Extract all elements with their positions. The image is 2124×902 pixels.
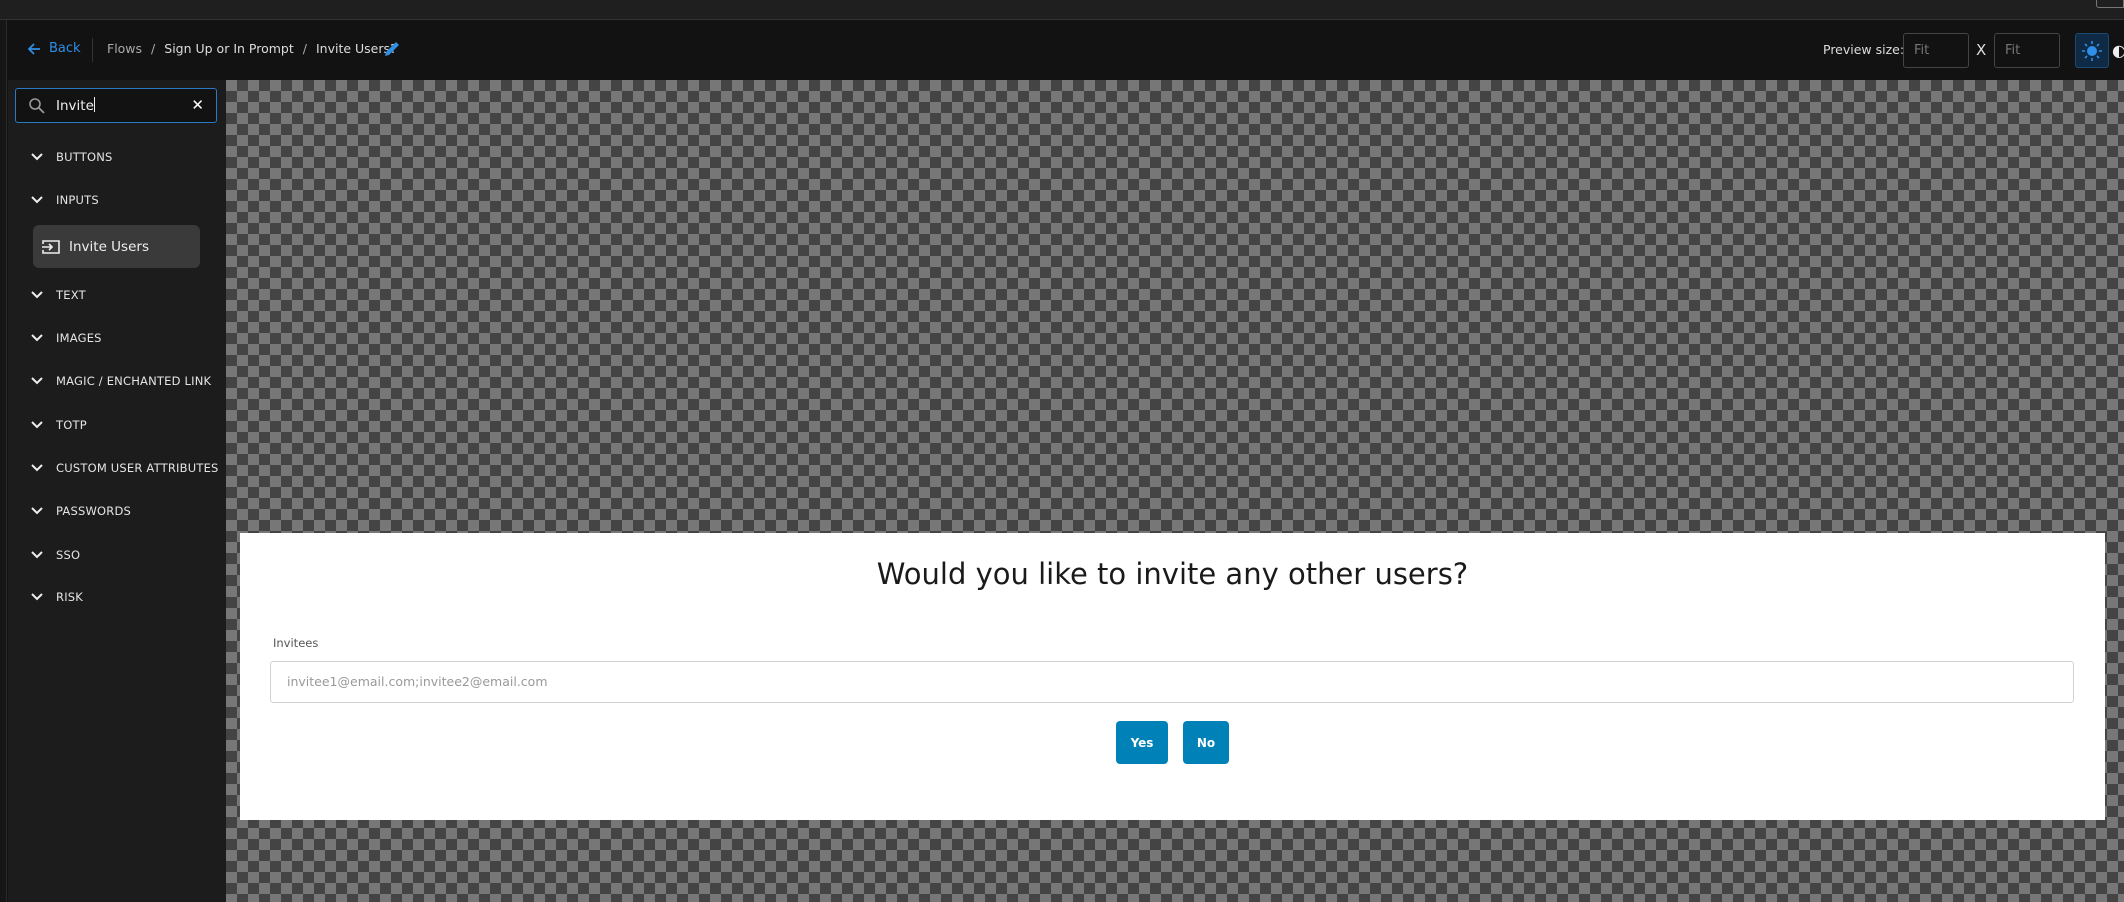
back-button[interactable]: Back xyxy=(28,41,81,56)
search-input[interactable]: Invite ✕ xyxy=(15,88,217,123)
category-magic-enchanted-link[interactable]: MAGIC / ENCHANTED LINK xyxy=(30,374,211,388)
category-label: RISK xyxy=(56,590,84,604)
chevron-down-icon xyxy=(31,551,43,559)
yes-button[interactable]: Yes xyxy=(1116,721,1168,764)
no-button[interactable]: No xyxy=(1183,721,1229,764)
chevron-down-icon xyxy=(31,153,43,161)
divider xyxy=(92,38,93,62)
breadcrumb-flow[interactable]: Sign Up or In Prompt xyxy=(164,41,293,56)
preview-screen: Would you like to invite any other users… xyxy=(240,533,2105,820)
category-label: CUSTOM USER ATTRIBUTES xyxy=(56,461,219,475)
category-label: PASSWORDS xyxy=(56,504,132,518)
component-invite-users[interactable]: Invite Users xyxy=(33,225,200,268)
light-mode-button[interactable] xyxy=(2075,33,2109,68)
search-value: Invite xyxy=(56,98,94,114)
category-passwords[interactable]: PASSWORDS xyxy=(30,504,131,518)
category-label: TOTP xyxy=(56,418,87,432)
chevron-down-icon xyxy=(31,593,43,601)
breadcrumb: Flows / Sign Up or In Prompt / Invite User… xyxy=(107,41,397,56)
clear-icon[interactable]: ✕ xyxy=(191,96,204,114)
chevron-down-icon xyxy=(31,507,43,515)
category-images[interactable]: IMAGES xyxy=(30,331,102,345)
chevron-down-icon xyxy=(31,377,43,385)
screen-title: Would you like to invite any other users… xyxy=(876,557,1469,591)
dark-mode-button[interactable]: ◐ xyxy=(2112,41,2124,60)
invitees-input[interactable]: invitee1@email.com;invitee2@email.com xyxy=(270,661,2074,703)
sun-icon xyxy=(2082,40,2102,61)
size-separator: X xyxy=(1976,41,1987,59)
chevron-down-icon xyxy=(31,421,43,429)
preview-width-input[interactable]: Fit xyxy=(1903,33,1969,68)
category-label: BUTTONS xyxy=(56,150,113,164)
category-sso[interactable]: SSO xyxy=(30,548,80,562)
category-custom-user-attributes[interactable]: CUSTOM USER ATTRIBUTES xyxy=(30,461,219,475)
category-buttons[interactable]: BUTTONS xyxy=(30,150,113,164)
category-totp[interactable]: TOTP xyxy=(30,418,87,432)
search-icon xyxy=(29,98,45,114)
chevron-down-icon xyxy=(31,291,43,299)
component-label: Invite Users xyxy=(69,238,149,255)
pencil-icon[interactable] xyxy=(383,40,401,62)
arrow-left-icon xyxy=(28,42,40,55)
preview-size-label: Preview size: xyxy=(1823,42,1905,57)
category-risk[interactable]: RISK xyxy=(30,590,83,604)
category-label: IMAGES xyxy=(56,331,102,345)
preview-height-input[interactable]: Fit xyxy=(1994,33,2060,68)
chevron-down-icon xyxy=(31,196,43,204)
category-label: TEXT xyxy=(56,288,86,302)
category-inputs[interactable]: INPUTS xyxy=(30,193,99,207)
category-label: MAGIC / ENCHANTED LINK xyxy=(56,374,212,388)
invitees-label: Invitees xyxy=(273,636,319,650)
input-field-icon xyxy=(42,239,60,254)
category-label: INPUTS xyxy=(56,193,99,207)
left-rail xyxy=(0,20,7,902)
chevron-down-icon xyxy=(31,464,43,472)
chevron-down-icon xyxy=(31,334,43,342)
breadcrumb-flows[interactable]: Flows xyxy=(107,41,142,56)
back-label: Back xyxy=(49,41,81,56)
publish-button-partial[interactable] xyxy=(2096,0,2124,8)
category-text[interactable]: TEXT xyxy=(30,288,86,302)
category-label: SSO xyxy=(56,548,81,562)
top-strip xyxy=(0,0,2124,20)
